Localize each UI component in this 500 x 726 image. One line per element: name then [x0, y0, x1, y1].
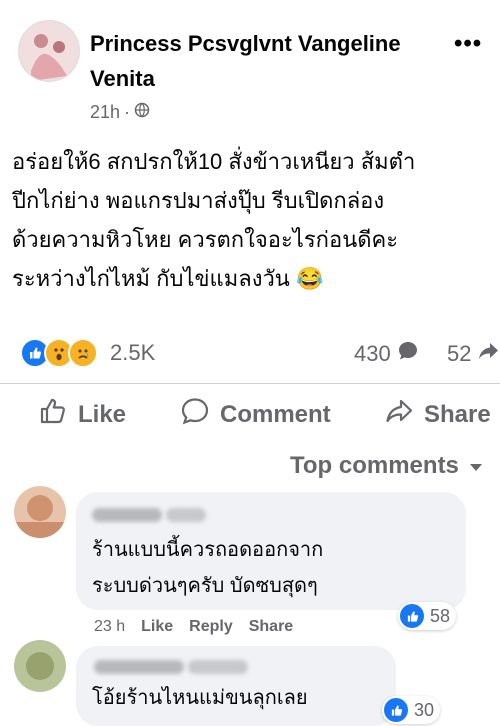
post-author-name[interactable]: Princess Pcsvglvnt Vangeline Venita [90, 26, 460, 96]
like-label: Like [78, 400, 127, 428]
commenter-name-blurred[interactable] [92, 508, 162, 522]
comment-count-value: 430 [354, 341, 391, 366]
comment-share-button[interactable]: Share [249, 618, 293, 636]
like-reaction-icon [384, 698, 408, 722]
divider [0, 383, 500, 384]
post-meta: 21h · [90, 102, 150, 123]
reaction-count[interactable]: 2.5K [110, 340, 155, 366]
commenter-avatar[interactable] [14, 486, 66, 538]
like-reaction-icon [400, 604, 424, 628]
reaction-icons[interactable] [20, 338, 98, 368]
share-count-value: 52 [447, 341, 472, 366]
comment-bubble[interactable]: โอ้ยร้านไหนแม่ขนลุกเลย [76, 646, 396, 726]
comment-reaction-value: 30 [414, 699, 435, 720]
top-comments-label: Top comments [290, 452, 459, 479]
comment-count[interactable]: 430 [354, 340, 419, 368]
comment-bubble-icon [397, 340, 419, 368]
commenter-name-blurred [166, 508, 206, 522]
comment-button[interactable]: Comment [180, 396, 331, 433]
more-options-icon[interactable]: ••• [454, 30, 482, 58]
comment-text-line: ระบบด่วนๆครับ บัดซบสุดๆ [92, 575, 318, 597]
globe-icon [134, 102, 150, 123]
share-arrow-icon [477, 340, 499, 368]
comment-reaction-value: 58 [430, 605, 451, 626]
comment-label: Comment [220, 400, 331, 428]
thumbs-up-icon [38, 396, 68, 433]
sad-reaction-icon [68, 338, 98, 368]
comment-like-button[interactable]: Like [141, 618, 173, 636]
share-count[interactable]: 52 [447, 340, 499, 368]
comment-text: ร้านแบบนี้ควรถอดออกจาก ระบบด่วนๆครับ บัด… [92, 532, 323, 604]
comment-text-line: โอ้ยร้านไหนแม่ขนลุกเลย [92, 687, 308, 709]
like-button[interactable]: Like [38, 396, 126, 433]
post-text-line: ด้วยความหิวโหย ควรตกใจอะไรก่อนดีคะ [12, 227, 399, 252]
share-label: Share [424, 400, 491, 428]
top-comments-filter[interactable]: Top comments [290, 452, 483, 480]
comment-reaction-count[interactable]: 30 [382, 696, 441, 724]
comment-icon [180, 396, 210, 433]
comment-reply-button[interactable]: Reply [189, 618, 233, 636]
share-button[interactable]: Share [384, 396, 491, 433]
comment-time[interactable]: 23 h [94, 618, 125, 636]
comment-bubble[interactable]: ร้านแบบนี้ควรถอดออกจาก ระบบด่วนๆครับ บัด… [76, 492, 466, 610]
post-text-line: ปีกไก่ย่าง พอแกรปมาส่งปุ๊บ รีบเปิดกล่อง [12, 188, 385, 213]
commenter-avatar[interactable] [14, 640, 66, 692]
author-avatar[interactable] [18, 20, 80, 82]
comment-reaction-count[interactable]: 58 [398, 602, 457, 630]
post-text-line: อร่อยให้6 สกปรกให้10 สั่งข้าวเหนียว ส้มต… [12, 149, 416, 174]
post-text: อร่อยให้6 สกปรกให้10 สั่งข้าวเหนียว ส้มต… [12, 142, 500, 298]
commenter-name-blurred [188, 660, 248, 674]
chevron-down-icon [469, 452, 483, 480]
share-icon [384, 396, 414, 433]
comment-actions: 23 h Like Reply Share [94, 618, 293, 636]
post-time[interactable]: 21h [90, 102, 120, 123]
comment-text-line: ร้านแบบนี้ควรถอดออกจาก [92, 539, 324, 561]
post-text-line: ระหว่างไก่ไหม้ กับไข่แมลงวัน 😂 [12, 266, 324, 291]
commenter-name-blurred[interactable] [94, 660, 184, 674]
comment-text: โอ้ยร้านไหนแม่ขนลุกเลย [92, 680, 308, 716]
